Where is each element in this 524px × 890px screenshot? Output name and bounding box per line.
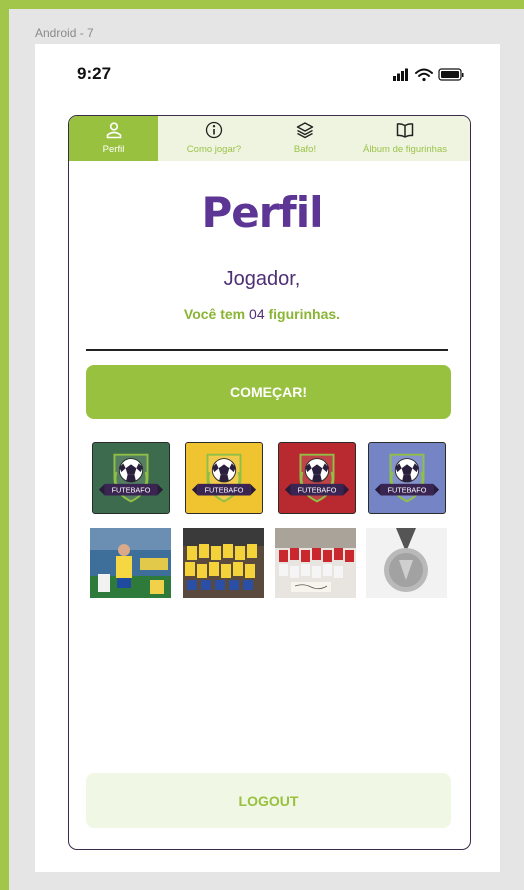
- tab-label: Perfil: [102, 144, 125, 155]
- sticker-medal-photo[interactable]: [366, 528, 447, 598]
- status-time: 9:27: [77, 64, 112, 83]
- sticker-count: Você tem 04 figurinhas.: [0, 306, 524, 322]
- logout-button[interactable]: LOGOUT: [86, 773, 451, 828]
- person-icon: [106, 122, 121, 139]
- status-icons: [393, 68, 464, 82]
- frame-label: Android - 7: [35, 26, 94, 40]
- start-button[interactable]: COMEÇAR!: [86, 365, 451, 419]
- badge-text: FUTEBAFO: [205, 486, 244, 495]
- count-suffix: figurinhas.: [268, 306, 341, 322]
- tab-bafo[interactable]: Bafo!: [270, 116, 340, 161]
- tab-perfil[interactable]: Perfil: [69, 116, 158, 161]
- count-number: 04: [249, 306, 265, 322]
- wifi-icon: [415, 68, 433, 82]
- badge-text: FUTEBAFO: [388, 486, 427, 495]
- page-title: Perfil: [201, 188, 323, 237]
- sticker-badge-blue[interactable]: FUTEBAFO: [368, 442, 446, 514]
- futebafo-logo: FUTEBAFO: [374, 453, 440, 503]
- sticker-player-photo[interactable]: [90, 528, 171, 598]
- count-prefix: Você tem: [183, 306, 246, 322]
- book-icon: [396, 123, 414, 138]
- badge-text: FUTEBAFO: [112, 486, 151, 495]
- layers-icon: [296, 122, 314, 139]
- sticker-badge-green[interactable]: FUTEBAFO: [92, 442, 170, 514]
- sticker-team-photo[interactable]: [183, 528, 264, 598]
- sticker-badge-yellow[interactable]: FUTEBAFO: [185, 442, 263, 514]
- futebafo-logo: FUTEBAFO: [191, 453, 257, 503]
- divider: [86, 349, 448, 351]
- futebafo-logo: FUTEBAFO: [98, 453, 164, 503]
- badge-text: FUTEBAFO: [298, 486, 337, 495]
- sticker-team-photo-2[interactable]: [275, 528, 356, 598]
- tab-label: Como jogar?: [186, 144, 242, 155]
- tab-bar: Perfil Como jogar? Bafo! Álbum de figuri…: [69, 116, 470, 161]
- sticker-badge-red[interactable]: FUTEBAFO: [278, 442, 356, 514]
- player-name: Jogador,: [223, 268, 301, 290]
- info-icon: [205, 121, 223, 139]
- futebafo-logo: FUTEBAFO: [284, 453, 350, 503]
- battery-icon: [438, 68, 464, 81]
- tab-label: Bafo!: [293, 144, 317, 155]
- tab-album[interactable]: Álbum de figurinhas: [340, 116, 470, 161]
- signal-icon: [393, 68, 408, 81]
- tab-como-jogar[interactable]: Como jogar?: [158, 116, 270, 161]
- tab-label: Álbum de figurinhas: [363, 144, 447, 155]
